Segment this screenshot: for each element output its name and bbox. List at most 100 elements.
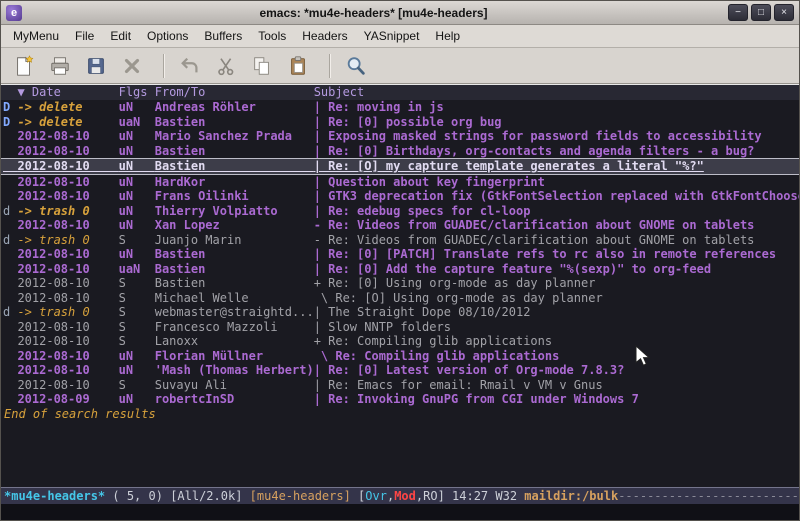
modeline-segment: *mu4e-headers*: [4, 489, 105, 503]
message-row[interactable]: 2012-08-10 uN Frans Oilinki | GTK3 depre…: [1, 189, 799, 204]
copy-icon: [251, 55, 273, 77]
row-flags: uN: [119, 100, 155, 114]
row-mark: [3, 175, 17, 189]
menu-file[interactable]: File: [67, 25, 102, 47]
message-row[interactable]: 2012-08-10 S Suvayu Ali | Re: Emacs for …: [1, 378, 799, 393]
row-date: -> delete: [17, 100, 118, 114]
message-row[interactable]: d -> trash 0 S Juanjo Marin - Re: Videos…: [1, 233, 799, 248]
paste-icon: [287, 55, 309, 77]
row-flags: uN: [119, 144, 155, 158]
row-flags: S: [119, 378, 155, 392]
row-flags: uN: [119, 175, 155, 189]
window-controls: −□×: [725, 4, 794, 21]
message-row[interactable]: 2012-08-10 uN Bastien | Re: [0] [PATCH] …: [1, 247, 799, 262]
message-row[interactable]: 2012-08-10 uN Bastien | Re: [O] my captu…: [1, 158, 799, 175]
message-row[interactable]: 2012-08-10 S Bastien + Re: [0] Using org…: [1, 276, 799, 291]
row-flags: uN: [119, 204, 155, 218]
message-row[interactable]: 2012-08-10 uN Mario Sanchez Prada | Expo…: [1, 129, 799, 144]
modeline-segment: ,RO]: [416, 489, 452, 503]
row-from: Bastien: [155, 159, 314, 173]
row-flags: S: [119, 334, 155, 348]
modeline-segment: Mod: [394, 489, 416, 503]
row-subject: \ Re: Compiling glib applications: [314, 349, 560, 363]
row-from: Xan Lopez: [155, 218, 314, 232]
close-button[interactable]: ×: [774, 4, 794, 21]
row-subject: | The Straight Dope 08/10/2012: [314, 305, 531, 319]
row-mark: [3, 189, 17, 203]
modeline-segment: Ovr: [365, 489, 387, 503]
end-of-results: End of search results: [1, 407, 799, 422]
titlebar[interactable]: e emacs: *mu4e-headers* [mu4e-headers] −…: [1, 1, 799, 25]
message-row[interactable]: 2012-08-10 uN 'Mash (Thomas Herbert)| Re…: [1, 363, 799, 378]
message-row[interactable]: D -> delete uN Andreas Röhler | Re: movi…: [1, 100, 799, 115]
message-row[interactable]: 2012-08-10 uN Xan Lopez - Re: Videos fro…: [1, 218, 799, 233]
row-date: -> trash 0: [17, 204, 118, 218]
message-row[interactable]: d -> trash 0 uN Thierry Volpiatto | Re: …: [1, 204, 799, 219]
row-mark: D: [3, 100, 17, 114]
row-mark: [3, 276, 17, 290]
message-row[interactable]: d -> trash 0 S webmaster@straightd...| T…: [1, 305, 799, 320]
row-date: -> trash 0: [17, 305, 118, 319]
modeline-segment: [All/2.0k]: [170, 489, 249, 503]
modeline-segment: 14:27 W32: [452, 489, 524, 503]
menu-mymenu[interactable]: MyMenu: [5, 25, 67, 47]
row-mark: [3, 129, 17, 143]
message-row[interactable]: 2012-08-10 S Lanoxx + Re: Compiling glib…: [1, 334, 799, 349]
message-row[interactable]: 2012-08-09 uN robertcInSD | Re: Invoking…: [1, 392, 799, 407]
column-header-from[interactable]: From/To: [155, 85, 314, 99]
row-date: 2012-08-10: [17, 189, 118, 203]
message-row[interactable]: 2012-08-10 uN Bastien | Re: [0] Birthday…: [1, 144, 799, 159]
row-flags: S: [119, 276, 155, 290]
row-from: robertcInSD: [155, 392, 314, 406]
row-date: 2012-08-10: [17, 247, 118, 261]
menu-buffers[interactable]: Buffers: [196, 25, 250, 47]
row-subject: + Re: [0] Using org-mode as day planner: [314, 276, 596, 290]
row-mark: [3, 392, 17, 406]
row-date: 2012-08-09: [17, 392, 118, 406]
row-mark: [3, 291, 17, 305]
menu-tools[interactable]: Tools: [250, 25, 294, 47]
save-button[interactable]: [81, 51, 111, 81]
row-date: 2012-08-10: [17, 320, 118, 334]
message-row[interactable]: 2012-08-10 uaN Bastien | Re: [0] Add the…: [1, 262, 799, 277]
menu-yasnippet[interactable]: YASnippet: [356, 25, 428, 47]
row-from: Michael Welle: [155, 291, 314, 305]
row-date: 2012-08-10: [17, 276, 118, 290]
row-date: 2012-08-10: [17, 378, 118, 392]
row-from: webmaster@straightd...: [155, 305, 314, 319]
row-subject: | Re: Emacs for email: Rmail v VM v Gnus: [314, 378, 603, 392]
emacs-app-icon: e: [6, 5, 22, 21]
column-header-date[interactable]: ▼ Date: [17, 85, 118, 99]
message-row[interactable]: D -> delete uaN Bastien | Re: [0] possib…: [1, 115, 799, 130]
message-row[interactable]: 2012-08-10 S Michael Welle \ Re: [O] Usi…: [1, 291, 799, 306]
cut-button[interactable]: [211, 51, 241, 81]
copy-button[interactable]: [247, 51, 277, 81]
row-from: Mario Sanchez Prada: [155, 129, 314, 143]
column-header-subject[interactable]: Subject: [314, 85, 365, 99]
row-subject: | Re: [0] Latest version of Org-mode 7.8…: [314, 363, 625, 377]
undo-button[interactable]: [175, 51, 205, 81]
search-button[interactable]: [341, 51, 371, 81]
row-flags: uaN: [119, 115, 155, 129]
row-from: Bastien: [155, 247, 314, 261]
message-row[interactable]: 2012-08-10 uN Florian Müllner \ Re: Comp…: [1, 349, 799, 364]
undo-icon: [179, 55, 201, 77]
print-button[interactable]: [45, 51, 75, 81]
maximize-button[interactable]: □: [751, 4, 771, 21]
row-date: -> trash 0: [17, 233, 118, 247]
column-header-flags[interactable]: Flgs: [119, 85, 155, 99]
message-row[interactable]: 2012-08-10 uN HardKor | Question about k…: [1, 175, 799, 190]
echo-area[interactable]: [1, 504, 799, 520]
close-buffer-button[interactable]: [117, 51, 147, 81]
row-flags: uN: [119, 159, 155, 173]
new-file-button[interactable]: [9, 51, 39, 81]
message-row[interactable]: 2012-08-10 S Francesco Mazzoli | Slow NN…: [1, 320, 799, 335]
paste-button[interactable]: [283, 51, 313, 81]
row-mark: d: [3, 204, 17, 218]
menu-options[interactable]: Options: [139, 25, 196, 47]
row-from: HardKor: [155, 175, 314, 189]
menu-edit[interactable]: Edit: [102, 25, 139, 47]
menu-help[interactable]: Help: [427, 25, 468, 47]
minimize-button[interactable]: −: [728, 4, 748, 21]
menu-headers[interactable]: Headers: [294, 25, 355, 47]
